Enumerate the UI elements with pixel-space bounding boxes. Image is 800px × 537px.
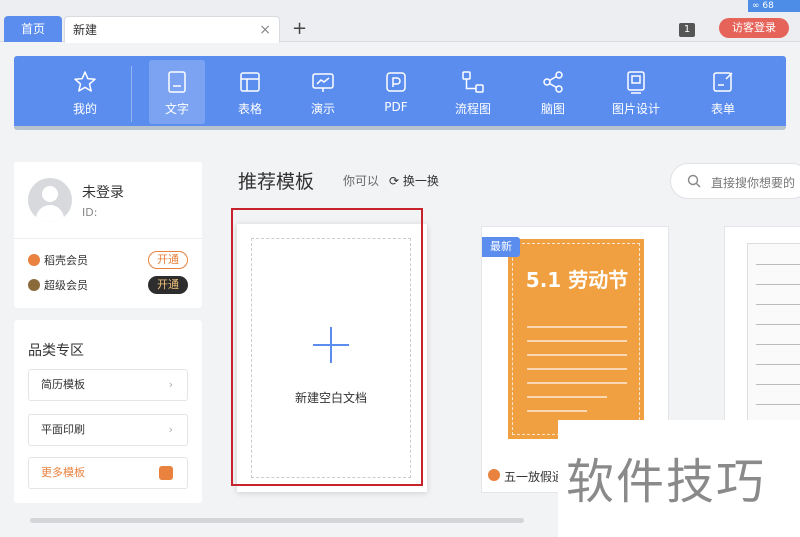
user-name[interactable]: 未登录: [82, 182, 124, 202]
docer-icon: [488, 469, 500, 481]
membership-name: 超级会员: [44, 279, 88, 292]
user-id: ID:: [82, 206, 98, 219]
corner-logo: ∞ 68: [748, 0, 800, 12]
mindmap-icon: [543, 71, 563, 93]
swap-button[interactable]: ⟳ 换一换: [389, 172, 439, 189]
table-icon: [240, 72, 260, 92]
guest-login-button[interactable]: 访客登录: [719, 18, 789, 38]
star-icon: [74, 71, 96, 92]
template-name: 五一放假通: [504, 470, 565, 484]
toolbar-label: 演示: [310, 102, 335, 116]
toolbar-item-image-design[interactable]: 图片设计: [600, 60, 672, 124]
super-member-icon: [28, 279, 40, 291]
category-label: 平面印刷: [41, 423, 85, 436]
toolbar-item-sheet[interactable]: 表格: [222, 60, 278, 124]
toolbar-label: PDF: [384, 100, 408, 114]
tab-new-label: 新建: [73, 23, 98, 37]
toolbar-label: 流程图: [454, 102, 491, 116]
template-search-input[interactable]: 直接搜你想要的: [670, 163, 800, 199]
docer-member-icon: [28, 254, 40, 266]
more-templates-label: 更多模板: [41, 466, 85, 479]
open-super-member-button[interactable]: 开通: [148, 276, 188, 294]
newest-badge: 最新: [482, 237, 520, 257]
template-thumbnail: 5.1 劳动节: [508, 239, 644, 439]
search-icon: [687, 174, 701, 188]
docer-icon: [159, 466, 173, 480]
chevron-right-icon: ›: [168, 423, 173, 436]
search-placeholder: 直接搜你想要的: [711, 176, 796, 190]
toolbar-label: 表格: [237, 102, 262, 116]
form-icon: [713, 72, 733, 92]
category-item-resume[interactable]: 简历模板 ›: [28, 369, 188, 401]
app-toolbar: 我的 文字 表格 演示 PDF 流程图 脑图 图片设计 表单: [14, 56, 786, 130]
template-thumbnail: [747, 243, 800, 423]
toolbar-label: 图片设计: [611, 102, 660, 116]
watermark-text: 软件技巧: [566, 454, 767, 510]
toolbar-label: 表单: [710, 102, 735, 116]
toolbar-item-mine[interactable]: 我的: [57, 60, 113, 124]
toolbar-item-pdf[interactable]: PDF: [368, 60, 424, 124]
open-docer-member-button[interactable]: 开通: [148, 251, 188, 269]
category-title: 品类专区: [28, 343, 84, 359]
membership-row-super: 超级会员 开通: [28, 276, 188, 295]
document-icon: [168, 71, 186, 93]
membership-row-docer: 稻壳会员 开通: [28, 251, 188, 270]
more-templates-button[interactable]: 更多模板: [28, 457, 188, 489]
toolbar-item-flowchart[interactable]: 流程图: [445, 60, 501, 124]
toolbar-item-text[interactable]: 文字: [149, 60, 205, 124]
window-count-badge[interactable]: 1: [679, 23, 695, 37]
toolbar-label: 脑图: [540, 102, 565, 116]
poster-title: 5.1 劳动节: [525, 268, 629, 292]
toolbar-item-form[interactable]: 表单: [695, 60, 751, 124]
close-icon[interactable]: ×: [259, 17, 271, 43]
page-title: 推荐模板: [238, 171, 315, 193]
swap-label: 换一换: [402, 174, 439, 188]
toolbar-item-mindmap[interactable]: 脑图: [525, 60, 581, 124]
add-tab-button[interactable]: +: [292, 17, 307, 41]
refresh-icon: ⟳: [389, 174, 400, 188]
toolbar-item-presentation[interactable]: 演示: [295, 60, 351, 124]
category-card: 品类专区 简历模板 › 平面印刷 › 更多模板: [14, 320, 202, 503]
toolbar-label: 我的: [72, 102, 97, 116]
user-card: 未登录 ID: 稻壳会员 开通 超级会员 开通: [14, 162, 202, 308]
category-item-print[interactable]: 平面印刷 ›: [28, 414, 188, 446]
horizontal-scrollbar[interactable]: [30, 518, 524, 523]
avatar[interactable]: [28, 178, 72, 222]
divider: [14, 238, 202, 239]
presentation-icon: [312, 73, 334, 92]
flowchart-icon: [462, 71, 484, 93]
chevron-right-icon: ›: [168, 378, 173, 391]
selection-highlight: [231, 208, 423, 486]
tab-home[interactable]: 首页: [4, 16, 62, 42]
toolbar-divider: [131, 66, 132, 122]
tab-bar: 首页 新建 × + 1 访客登录 ∞ 68: [0, 0, 800, 43]
watermark: 软件技巧: [558, 420, 800, 537]
tab-new[interactable]: 新建 ×: [64, 16, 280, 43]
image-design-icon: [627, 71, 645, 94]
toolbar-label: 文字: [164, 102, 189, 116]
hint-text: 你可以: [343, 174, 380, 188]
pdf-icon: [386, 72, 406, 92]
category-label: 简历模板: [41, 378, 85, 391]
membership-name: 稻壳会员: [44, 254, 88, 267]
